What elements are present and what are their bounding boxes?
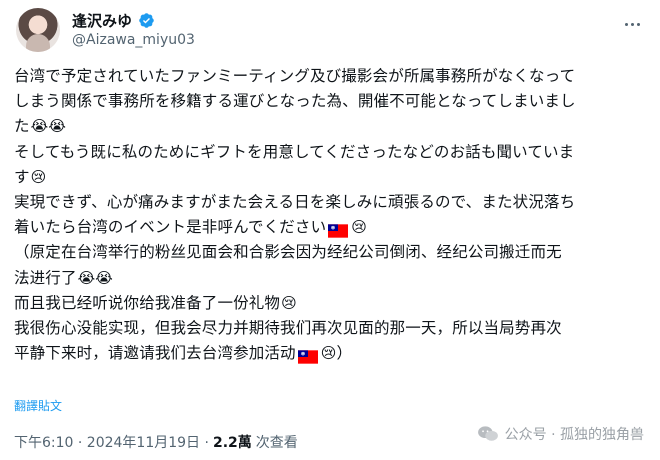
watermark: 公众号 · 孤独的独角兽 <box>477 424 644 444</box>
author-handle[interactable]: @Aizawa_miyu03 <box>72 32 195 48</box>
wechat-icon <box>477 426 498 441</box>
watermark-text: 公众号 · 孤独的独角兽 <box>504 427 644 443</box>
tweet-line: す 😢 <box>14 165 646 190</box>
crying-face-icon: 😭😭 <box>77 268 113 287</box>
taiwan-flag-icon <box>297 347 318 364</box>
tweet-meta: 下午6:10 · 2024年11月19日 · 2.2萬 次查看 <box>14 432 298 452</box>
tweet-line: しまう関係で事務所を移籍する運びとなった為、開催不可能となってしまいまし <box>14 89 646 114</box>
tweet-line-text: 着いたら台湾のイベント是非呼んでください <box>14 218 327 237</box>
tweet-line-text: 実現できず、心が痛みますがまた会える日を楽しみに頑張るので、また状況落ち <box>14 192 576 211</box>
tweet-line-text: 法进行了 <box>14 268 77 287</box>
tweet-line: 台湾で予定されていたファンミーティング及び撮影会が所属事務所がなくなって <box>14 64 646 89</box>
tweet-line-text: 我很伤心没能实现，但我会尽力并期待我们再次见面的那一天，所以当局势再次 <box>14 318 562 337</box>
views-count: 2.2萬 <box>212 435 252 451</box>
display-name[interactable]: 逢沢みゆ <box>72 10 132 31</box>
author-name-line: 逢沢みゆ <box>72 10 155 31</box>
tweet-line: 法进行了 😭😭 <box>14 266 646 291</box>
tweet-line-suffix: ） <box>336 344 353 363</box>
verified-badge-icon <box>139 13 154 28</box>
tweet-line: 実現できず、心が痛みますがまた会える日を楽しみに頑張るので、また状況落ち <box>14 190 646 215</box>
tweet-line: 着いたら台湾のイベント是非呼んでください 😢 <box>14 215 646 240</box>
tweet-line-text: （原定在台湾举行的粉丝见面会和合影会因为经纪公司倒闭、经纪公司搬迁而无 <box>14 243 562 262</box>
tweet-line: 而且我已经听说你给我准备了一份礼物 😢 <box>14 291 646 316</box>
views-label: 次查看 <box>255 435 298 451</box>
tweet-line-text: しまう関係で事務所を移籍する運びとなった為、開催不可能となってしまいまし <box>14 92 576 111</box>
tweet-line: 我很伤心没能实现，但我会尽力并期待我们再次见面的那一天，所以当局势再次 <box>14 316 646 341</box>
tweet-line: そしてもう既に私のためにギフトを用意してくださったなどのお話も聞いていま <box>14 140 646 165</box>
tweet-line: （原定在台湾举行的粉丝见面会和合影会因为经纪公司倒闭、经纪公司搬迁而无 <box>14 240 646 265</box>
crying-face-icon: 😢 <box>320 344 337 363</box>
taiwan-flag-icon <box>328 221 349 238</box>
tweet-line-text: 平静下来时，请邀请我们去台湾参加活动 <box>14 344 296 363</box>
avatar[interactable] <box>16 8 60 52</box>
tweet-line: た 😭😭 <box>14 114 646 139</box>
tweet-line-text: そしてもう既に私のためにギフトを用意してくださったなどのお話も聞いていま <box>14 142 575 161</box>
tweet-line: 平静下来时，请邀请我们去台湾参加活动 😢） <box>14 341 646 366</box>
tweet-line-text: 而且我已经听说你给我准备了一份礼物 <box>14 293 281 312</box>
tweet-header: 逢沢みゆ @Aizawa_miyu03 <box>16 8 644 60</box>
crying-face-icon: 😢 <box>281 293 297 312</box>
crying-face-icon: 😢 <box>30 167 47 186</box>
tweet-line-text: 台湾で予定されていたファンミーティング及び撮影会が所属事務所がなくなって <box>14 67 576 85</box>
timestamp[interactable]: 下午6:10 · 2024年11月19日 · <box>14 432 209 452</box>
tweet-line-text: す <box>14 167 30 186</box>
tweet-text: 台湾で予定されていたファンミーティング及び撮影会が所属事務所がなくなって しまう関… <box>14 64 646 366</box>
translate-post-link[interactable]: 翻譯貼文 <box>14 397 62 414</box>
crying-face-icon: 😢 <box>351 218 368 237</box>
crying-face-icon: 😭😭 <box>30 117 67 136</box>
tweet-line-text: た <box>14 117 30 136</box>
more-options-icon[interactable] <box>620 12 644 36</box>
